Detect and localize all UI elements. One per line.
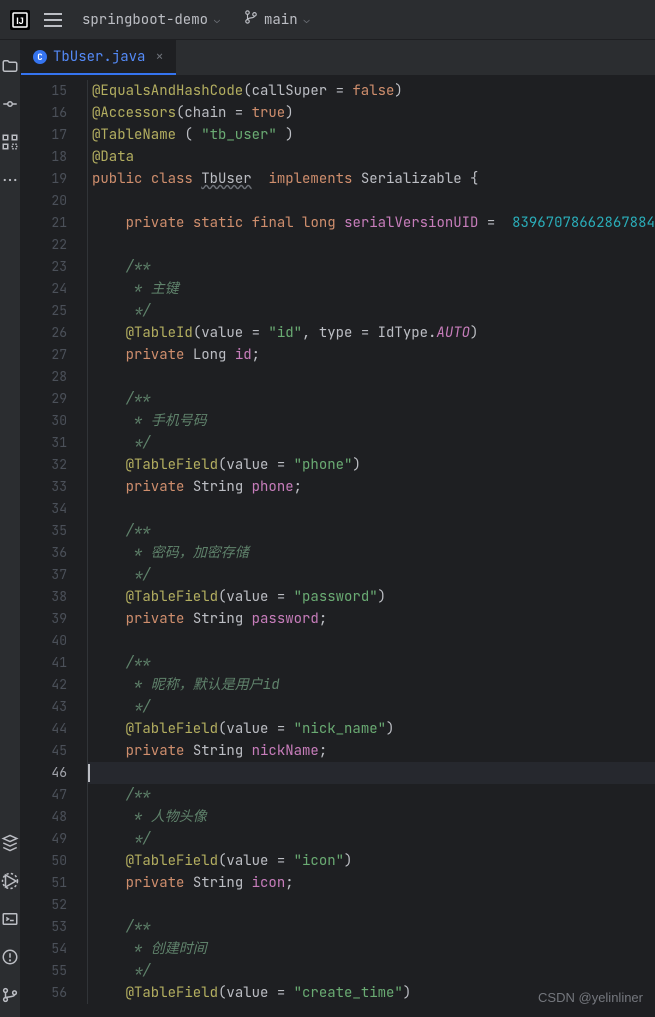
code-line[interactable]: public class TbUser implements Serializa… (87, 168, 655, 190)
project-tool-icon[interactable] (0, 56, 20, 76)
code-line[interactable] (87, 234, 655, 256)
code-line[interactable]: * 人物头像 (87, 806, 655, 828)
code-line[interactable]: private String password; (87, 608, 655, 630)
code-line[interactable]: /** (87, 256, 655, 278)
branch-dropdown[interactable]: main (264, 11, 298, 29)
code-line[interactable]: private Long id; (87, 344, 655, 366)
services-tool-icon[interactable] (0, 871, 20, 891)
code-line[interactable]: * 主键 (87, 278, 655, 300)
commit-tool-icon[interactable] (0, 94, 20, 114)
code-line[interactable]: */ (87, 828, 655, 850)
code-line[interactable]: @Data (87, 146, 655, 168)
title-bar: IJ springboot-demo ⌄ main ⌄ (0, 0, 655, 40)
code-line[interactable]: private static final long serialVersionU… (87, 212, 655, 234)
code-line[interactable]: */ (87, 564, 655, 586)
line-number-gutter: 1516171819202122232425262728293031323334… (21, 76, 81, 1017)
code-line[interactable]: /** (87, 652, 655, 674)
code-line[interactable]: * 密码，加密存储 (87, 542, 655, 564)
code-line[interactable]: * 手机号码 (87, 410, 655, 432)
code-line[interactable] (87, 498, 655, 520)
database-tool-icon[interactable] (0, 833, 20, 853)
code-line[interactable] (87, 366, 655, 388)
code-line[interactable]: */ (87, 300, 655, 322)
code-line[interactable]: */ (87, 960, 655, 982)
structure-tool-icon[interactable] (0, 132, 20, 152)
code-line[interactable]: @TableName ( "tb_user" ) (87, 124, 655, 146)
code-line[interactable]: * 创建时间 (87, 938, 655, 960)
app-logo-icon[interactable]: IJ (8, 8, 32, 32)
code-line[interactable] (87, 762, 655, 784)
code-line[interactable]: /** (87, 388, 655, 410)
code-line[interactable]: * 昵称，默认是用户id (87, 674, 655, 696)
left-toolbar (0, 40, 21, 1017)
code-line[interactable] (87, 894, 655, 916)
code-line[interactable]: @TableField(value = "nick_name") (87, 718, 655, 740)
code-line[interactable]: private String nickName; (87, 740, 655, 762)
main-menu-icon[interactable] (44, 13, 62, 27)
vcs-tool-icon[interactable] (0, 985, 20, 1005)
code-line[interactable]: @Accessors(chain = true) (87, 102, 655, 124)
code-line[interactable]: @TableField(value = "icon") (87, 850, 655, 872)
code-line[interactable]: @TableField(value = "password") (87, 586, 655, 608)
code-line[interactable]: */ (87, 432, 655, 454)
tab-tbuser-java[interactable]: C TbUser.java × (21, 40, 176, 75)
code-line[interactable]: @TableField(value = "phone") (87, 454, 655, 476)
editor-tabs: C TbUser.java × (21, 40, 655, 76)
code-line[interactable]: /** (87, 916, 655, 938)
code-line[interactable]: private String icon; (87, 872, 655, 894)
chevron-down-icon: ⌄ (214, 13, 220, 26)
code-line[interactable]: private String phone; (87, 476, 655, 498)
tab-filename: TbUser.java (53, 48, 145, 66)
watermark-text: CSDN @yelinliner (538, 990, 643, 1005)
class-file-icon: C (33, 50, 47, 64)
code-line[interactable]: @TableId(value = "id", type = IdType.AUT… (87, 322, 655, 344)
code-content[interactable]: @EqualsAndHashCode(callSuper = false)@Ac… (81, 76, 655, 1017)
problems-tool-icon[interactable] (0, 947, 20, 967)
branch-icon (244, 10, 258, 29)
project-dropdown[interactable]: springboot-demo (82, 11, 208, 29)
close-icon[interactable]: × (155, 48, 163, 66)
svg-text:IJ: IJ (16, 16, 24, 26)
code-area[interactable]: 1516171819202122232425262728293031323334… (21, 76, 655, 1017)
chevron-down-icon: ⌄ (304, 13, 310, 26)
code-line[interactable] (87, 190, 655, 212)
terminal-tool-icon[interactable] (0, 909, 20, 929)
code-line[interactable] (87, 630, 655, 652)
code-line[interactable]: */ (87, 696, 655, 718)
more-tool-icon[interactable] (0, 170, 20, 190)
code-line[interactable]: @EqualsAndHashCode(callSuper = false) (87, 80, 655, 102)
code-line[interactable]: /** (87, 520, 655, 542)
code-line[interactable]: /** (87, 784, 655, 806)
editor: C TbUser.java × 151617181920212223242526… (21, 40, 655, 1017)
